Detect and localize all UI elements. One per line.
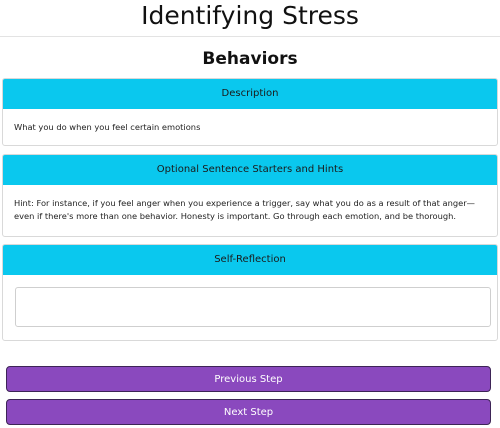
self-reflection-textarea[interactable] xyxy=(15,287,491,327)
previous-step-button[interactable]: Previous Step xyxy=(6,366,491,392)
self-reflection-card-header: Self-Reflection xyxy=(3,245,497,275)
hints-card-header: Optional Sentence Starters and Hints xyxy=(3,155,497,185)
description-card-header: Description xyxy=(3,79,497,109)
hints-card-body: Hint: For instance, if you feel anger wh… xyxy=(14,198,475,221)
hints-card: Optional Sentence Starters and Hints Hin… xyxy=(2,154,498,237)
section-title: Behaviors xyxy=(202,49,298,69)
page-title: Identifying Stress xyxy=(0,0,500,37)
description-card: Description What you do when you feel ce… xyxy=(2,78,498,146)
self-reflection-card: Self-Reflection xyxy=(2,244,498,341)
description-card-body: What you do when you feel certain emotio… xyxy=(14,122,201,132)
next-step-button[interactable]: Next Step xyxy=(6,399,491,425)
